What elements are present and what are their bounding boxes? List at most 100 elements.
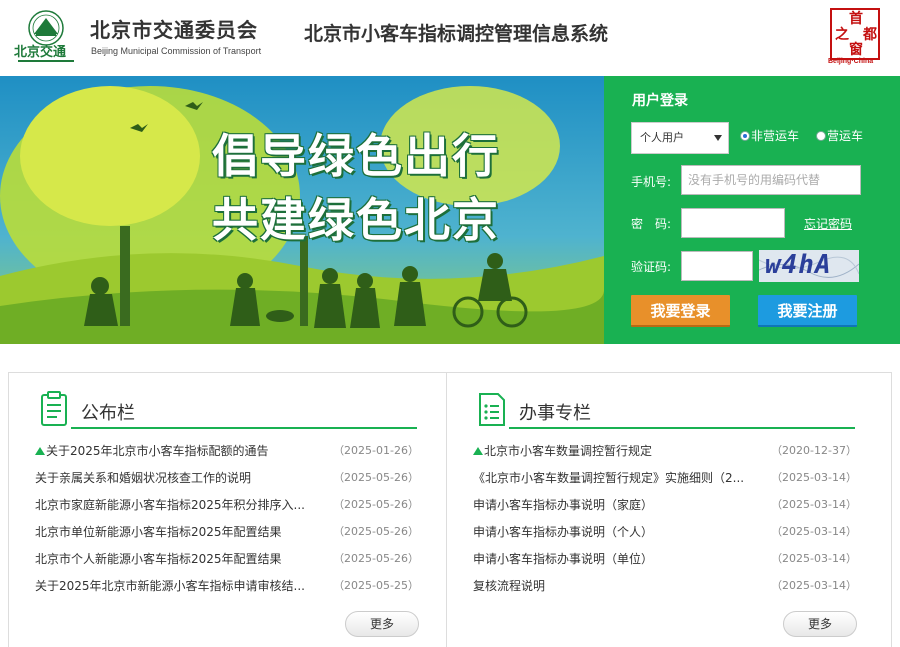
list-item-title[interactable]: 申请小客车指标办事说明（单位） bbox=[473, 550, 765, 567]
forgot-password-link[interactable]: 忘记密码 bbox=[804, 215, 852, 232]
list-item[interactable]: 北京市个人新能源小客车指标2025年配置结果 （2025-05-26） bbox=[35, 547, 419, 574]
list-item-date: （2025-01-26） bbox=[333, 444, 419, 457]
list-item-title[interactable]: 北京市家庭新能源小客车指标2025年积分排序入... bbox=[35, 496, 327, 513]
page: 北京交通 北京市交通委员会 Beijing Municipal Commissi… bbox=[0, 0, 900, 647]
list-item-date: （2025-03-14） bbox=[771, 525, 857, 538]
radio-unselected-icon bbox=[816, 131, 826, 141]
user-type-select[interactable]: 个人用户 bbox=[631, 122, 729, 154]
org-name-english: Beijing Municipal Commission of Transpor… bbox=[91, 46, 262, 56]
radio-commercial[interactable]: 营运车 bbox=[816, 127, 863, 144]
list-item[interactable]: 北京市家庭新能源小客车指标2025年积分排序入... （2025-05-26） bbox=[35, 493, 419, 520]
login-title: 用户登录 bbox=[632, 93, 688, 109]
seal-char: 都 bbox=[863, 27, 877, 43]
user-type-value: 个人用户 bbox=[640, 131, 684, 144]
list-item-date: （2025-05-26） bbox=[333, 471, 419, 484]
list-item-date: （2025-03-14） bbox=[771, 498, 857, 511]
register-button[interactable]: 我要注册 bbox=[758, 295, 857, 327]
services-more-button[interactable]: 更多 bbox=[783, 611, 857, 637]
announcement-panel: 公布栏 关于2025年北京市小客车指标配额的通告 （2025-01-26） 关于亲属… bbox=[9, 373, 446, 647]
list-item[interactable]: 关于亲属关系和婚姻状况核查工作的说明 （2025-05-26） bbox=[35, 466, 419, 493]
list-item[interactable]: 关于2025年北京市新能源小客车指标申请审核结... （2025-05-25） bbox=[35, 574, 419, 601]
list-item[interactable]: 北京市小客车数量调控暂行规定 （2020-12-37） bbox=[473, 439, 857, 466]
capital-window-seal[interactable]: 首 都 之 窗 bbox=[830, 8, 880, 60]
list-item[interactable]: 北京市单位新能源小客车指标2025年配置结果 （2025-05-26） bbox=[35, 520, 419, 547]
services-list: 北京市小客车数量调控暂行规定 （2020-12-37） 《北京市小客车数量调控暂行规… bbox=[473, 439, 857, 601]
list-item-title[interactable]: 北京市小客车数量调控暂行规定 bbox=[473, 442, 765, 459]
captcha-text: w4hA bbox=[765, 250, 832, 280]
pin-top-icon bbox=[473, 447, 483, 455]
list-item-text: 关于2025年北京市小客车指标配额的通告 bbox=[46, 444, 269, 458]
login-button[interactable]: 我要登录 bbox=[631, 295, 730, 327]
list-item-text: 北京市小客车数量调控暂行规定 bbox=[484, 444, 653, 458]
list-item-title[interactable]: 关于2025年北京市新能源小客车指标申请审核结... bbox=[35, 577, 327, 594]
phone-input[interactable]: 没有手机号的用编码代替 bbox=[681, 165, 861, 195]
list-item-text: 申请小客车指标办事说明（个人） bbox=[473, 525, 654, 539]
document-list-icon bbox=[479, 393, 505, 426]
list-item-date: （2020-12-37） bbox=[771, 444, 857, 457]
slogan-line-2: 共建绿色北京 bbox=[212, 193, 500, 247]
list-item-title[interactable]: 复核流程说明 bbox=[473, 577, 765, 594]
system-title: 北京市小客车指标调控管理信息系统 bbox=[304, 23, 609, 45]
list-item-title[interactable]: 关于亲属关系和婚姻状况核查工作的说明 bbox=[35, 469, 327, 486]
list-item[interactable]: 申请小客车指标办事说明（单位） （2025-03-14） bbox=[473, 547, 857, 574]
list-item-text: 北京市家庭新能源小客车指标2025年积分排序入... bbox=[35, 498, 305, 512]
chevron-down-icon bbox=[714, 135, 722, 141]
list-item-text: 申请小客车指标办事说明（家庭） bbox=[473, 498, 654, 512]
list-item-title[interactable]: 关于2025年北京市小客车指标配额的通告 bbox=[35, 442, 327, 459]
password-input[interactable] bbox=[681, 208, 785, 238]
list-item-date: （2025-03-14） bbox=[771, 552, 857, 565]
list-item-text: 关于2025年北京市新能源小客车指标申请审核结... bbox=[35, 579, 305, 593]
list-item-date: （2025-05-25） bbox=[333, 579, 419, 592]
list-item-text: 复核流程说明 bbox=[473, 579, 546, 593]
list-item-text: 北京市单位新能源小客车指标2025年配置结果 bbox=[35, 525, 282, 539]
radio-non-commercial[interactable]: 非营运车 bbox=[740, 127, 799, 144]
list-item-date: （2025-03-14） bbox=[771, 471, 857, 484]
list-item-date: （2025-05-26） bbox=[333, 525, 419, 538]
list-item-title[interactable]: 申请小客车指标办事说明（家庭） bbox=[473, 496, 765, 513]
list-item-title[interactable]: 《北京市小客车数量调控暂行规定》实施细则（2... bbox=[473, 469, 765, 486]
announcement-header: 公布栏 bbox=[35, 389, 419, 429]
title-underline bbox=[509, 427, 855, 429]
site-header: 北京交通 北京市交通委员会 Beijing Municipal Commissi… bbox=[0, 0, 900, 76]
slogan-line-1: 倡导绿色出行 bbox=[212, 129, 500, 183]
list-item-date: （2025-05-26） bbox=[333, 552, 419, 565]
list-item-text: 《北京市小客车数量调控暂行规定》实施细则（2... bbox=[473, 471, 745, 485]
list-item-text: 申请小客车指标办事说明（单位） bbox=[473, 552, 654, 566]
pin-top-icon bbox=[35, 447, 45, 455]
announcement-list: 关于2025年北京市小客车指标配额的通告 （2025-01-26） 关于亲属关系和婚… bbox=[35, 439, 419, 601]
list-item-text: 北京市个人新能源小客车指标2025年配置结果 bbox=[35, 552, 282, 566]
seal-char: 首 bbox=[849, 11, 863, 27]
announcement-title: 公布栏 bbox=[81, 403, 135, 424]
seal-english: Beijing·China bbox=[828, 58, 874, 65]
list-item-date: （2025-05-26） bbox=[333, 498, 419, 511]
list-item-title[interactable]: 北京市个人新能源小客车指标2025年配置结果 bbox=[35, 550, 327, 567]
info-panels: 公布栏 关于2025年北京市小客车指标配额的通告 （2025-01-26） 关于亲属… bbox=[8, 372, 892, 647]
services-title: 办事专栏 bbox=[519, 403, 591, 424]
captcha-label: 验证码: bbox=[631, 260, 672, 274]
captcha-image[interactable]: w4hA bbox=[759, 250, 859, 282]
list-item-date: （2025-03-14） bbox=[771, 579, 857, 592]
radio-label: 营运车 bbox=[827, 129, 864, 143]
logo-text: 北京交通 bbox=[14, 45, 67, 60]
list-item-title[interactable]: 北京市单位新能源小客车指标2025年配置结果 bbox=[35, 523, 327, 540]
list-item-title[interactable]: 申请小客车指标办事说明（个人） bbox=[473, 523, 765, 540]
password-label: 密 码: bbox=[631, 217, 672, 231]
captcha-input[interactable] bbox=[681, 251, 753, 281]
list-item[interactable]: 申请小客车指标办事说明（家庭） （2025-03-14） bbox=[473, 493, 857, 520]
radio-selected-icon bbox=[740, 131, 750, 141]
title-underline bbox=[71, 427, 417, 429]
seal-char: 窗 bbox=[849, 42, 863, 58]
list-item[interactable]: 《北京市小客车数量调控暂行规定》实施细则（2... （2025-03-14） bbox=[473, 466, 857, 493]
list-item[interactable]: 关于2025年北京市小客车指标配额的通告 （2025-01-26） bbox=[35, 439, 419, 466]
services-panel: 办事专栏 北京市小客车数量调控暂行规定 （2020-12-37） 《北京市小客车数量… bbox=[447, 373, 884, 647]
radio-label: 非营运车 bbox=[751, 129, 800, 143]
list-item[interactable]: 申请小客车指标办事说明（个人） （2025-03-14） bbox=[473, 520, 857, 547]
announcement-more-button[interactable]: 更多 bbox=[345, 611, 419, 637]
phone-label: 手机号: bbox=[631, 175, 672, 189]
list-item[interactable]: 复核流程说明 （2025-03-14） bbox=[473, 574, 857, 601]
login-panel: 用户登录 个人用户 非营运车 营运车 手机号: 没有手机号的用编码代替 密 码:… bbox=[604, 76, 900, 344]
seal-char: 之 bbox=[835, 27, 849, 43]
org-name: 北京市交通委员会 bbox=[90, 18, 258, 42]
services-header: 办事专栏 bbox=[473, 389, 857, 429]
green-travel-banner: 倡导绿色出行 共建绿色北京 bbox=[0, 76, 604, 344]
